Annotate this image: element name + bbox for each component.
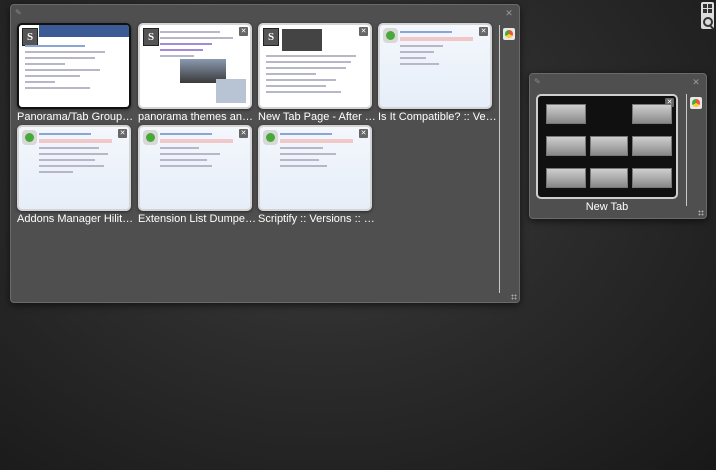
tab-thumbnail[interactable]: S ✕ (258, 23, 372, 109)
tab-title: New Tab Page - After … (258, 111, 376, 123)
group-close-icon[interactable]: ✕ (504, 8, 514, 18)
puzzle-icon (22, 130, 37, 145)
speed-dial-thumb (632, 136, 672, 156)
tab-item[interactable]: ✕ Addons Manager Hilit… (17, 125, 133, 225)
puzzle-icon (263, 130, 278, 145)
scrollbar[interactable] (686, 94, 687, 206)
speed-dial-thumb (546, 104, 586, 124)
s-logo-icon: S (22, 28, 38, 46)
pencil-icon[interactable]: ✎ (534, 77, 543, 86)
tab-thumbnail[interactable]: ✕ (138, 125, 252, 211)
tab-thumbnail[interactable]: ✕ (378, 23, 492, 109)
speed-dial-thumb (590, 168, 628, 188)
tab-title: panorama themes an… (138, 111, 253, 123)
app-tab-icon[interactable] (503, 28, 515, 40)
group-tabs-icon[interactable] (703, 4, 712, 13)
tab-title: Addons Manager Hilit… (17, 213, 134, 225)
page-text-lines (266, 55, 366, 97)
group-close-icon[interactable]: ✕ (691, 77, 701, 87)
tab-item[interactable]: ✕ Scriptify :: Versions :: … (258, 125, 375, 225)
pencil-icon[interactable]: ✎ (15, 8, 24, 17)
tab-title: Extension List Dumpe… (138, 213, 256, 225)
speed-dial-thumb (590, 136, 628, 156)
s-logo-icon: S (143, 28, 159, 46)
page-header-bar (39, 25, 129, 37)
page-image (216, 79, 246, 103)
page-text-lines (39, 133, 125, 177)
tab-thumbnail[interactable]: S ✕ (17, 23, 131, 109)
speed-dial-thumb (632, 168, 672, 188)
tab-group-main[interactable]: ✎ ✕ S ✕ Panorama/Tab Group… S ✕ (10, 4, 520, 303)
tab-item[interactable]: ✕ Is It Compatible? :: Ve… (378, 23, 496, 123)
tab-item[interactable]: S ✕ Panorama/Tab Group… (17, 23, 133, 123)
tab-title: Panorama/Tab Group… (17, 111, 134, 123)
puzzle-icon (143, 130, 158, 145)
resize-handle[interactable] (698, 210, 704, 216)
speed-dial-thumb (632, 104, 672, 124)
speed-dial-thumb (546, 168, 586, 188)
tab-title: Scriptify :: Versions :: … (258, 213, 375, 225)
tab-close-icon[interactable]: ✕ (359, 27, 368, 36)
tab-title: New Tab (585, 201, 629, 213)
tab-title: Is It Compatible? :: Ve… (378, 111, 496, 123)
page-image (282, 29, 322, 51)
resize-handle[interactable] (511, 294, 517, 300)
tab-thumbnail[interactable]: ✕ (17, 125, 131, 211)
page-text-lines (400, 31, 486, 69)
tab-item[interactable]: S ✕ New Tab Page - After … (258, 23, 376, 123)
s-logo-icon: S (263, 28, 279, 46)
panorama-toolbar (701, 2, 714, 29)
page-text-lines (160, 31, 246, 61)
tab-item[interactable]: ✕ Extension List Dumpe… (138, 125, 256, 225)
tab-thumbnail[interactable]: S ✕ (138, 23, 252, 109)
tab-thumbnail[interactable]: ✕ (536, 94, 678, 199)
app-tab-icon[interactable] (690, 97, 702, 109)
speed-dial-thumb (546, 136, 586, 156)
tab-item[interactable]: S ✕ panorama themes an… (138, 23, 253, 123)
search-icon[interactable] (703, 17, 713, 27)
page-text-lines (280, 133, 366, 171)
page-text-lines (160, 133, 246, 171)
puzzle-icon (383, 28, 398, 43)
tab-group-secondary[interactable]: ✎ ✕ ✕ New Tab (529, 73, 707, 219)
scrollbar[interactable] (499, 25, 500, 293)
page-text-lines (25, 45, 125, 93)
tab-thumbnail[interactable]: ✕ (258, 125, 372, 211)
